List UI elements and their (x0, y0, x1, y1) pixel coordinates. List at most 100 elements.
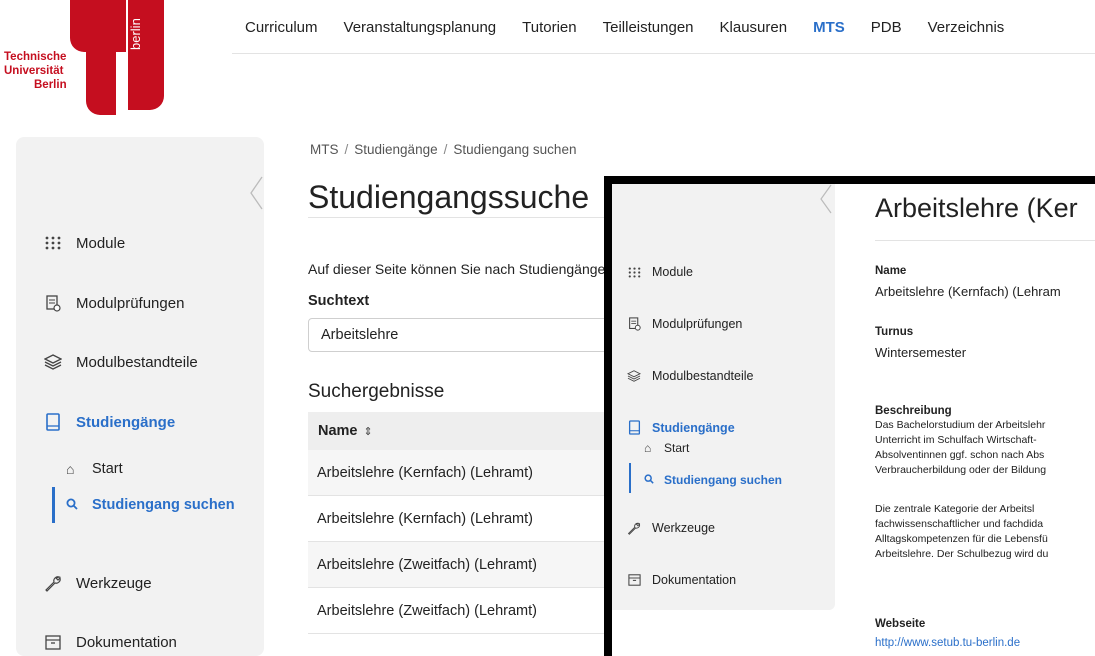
description-line: Absolventinnen ggf. schon nach Abs (875, 449, 1045, 461)
sidebar-item-modulbestandteile[interactable]: Modulbestandteile (626, 369, 753, 383)
sidebar-item-module[interactable]: Module (42, 233, 125, 253)
column-label: Name (318, 423, 358, 439)
logo-university-name: Technische Universität Berlin (4, 50, 74, 92)
sidebar-item-modulbestandteile[interactable]: Modulbestandteile (42, 352, 198, 372)
sidebar-subitem-label: Studiengang suchen (664, 473, 783, 487)
sidebar-item-label: Module (652, 265, 693, 279)
top-navigation: Curriculum Veranstaltungsplanung Tutorie… (232, 0, 1095, 54)
breadcrumb: MTS / Studiengänge / Studiengang suchen (310, 142, 576, 157)
table-row[interactable]: Arbeitslehre (Kernfach) (Lehramt) (308, 450, 608, 496)
archive-box-icon (626, 574, 642, 586)
logo-berlin-text: berlin (128, 18, 143, 50)
sidebar-item-werkzeuge[interactable]: Werkzeuge (42, 573, 152, 593)
sidebar-subitem-start[interactable]: ⌂ Start (644, 441, 689, 455)
sidebar-subitem-start[interactable]: ⌂ Start (66, 461, 123, 477)
logo-line-1: Technische (4, 51, 67, 63)
sidebar-subitem-label: Start (92, 461, 123, 477)
search-icon (66, 497, 82, 513)
description-line: Die zentrale Kategorie der Arbeitsl (875, 503, 1035, 515)
webseite-link[interactable]: http://www.setub.tu-berlin.de (875, 637, 1020, 649)
nav-mts[interactable]: MTS (800, 0, 858, 36)
nav-klausuren[interactable]: Klausuren (707, 0, 801, 36)
sidebar-item-module[interactable]: Module (626, 265, 693, 279)
nav-verzeichnis[interactable]: Verzeichnis (915, 0, 1018, 36)
beschreibung-label: Beschreibung (875, 405, 952, 417)
table-body: Arbeitslehre (Kernfach) (Lehramt) Arbeit… (308, 450, 608, 634)
sidebar-subitem-label: Studiengang suchen (92, 497, 235, 513)
breadcrumb-separator: / (443, 142, 448, 157)
sidebar-item-modulpruefungen[interactable]: Modulprüfungen (42, 293, 184, 313)
table-row[interactable]: Arbeitslehre (Zweitfach) (Lehramt) (308, 588, 608, 634)
sidebar-item-studiengaenge[interactable]: Studiengänge (42, 412, 175, 432)
breadcrumb-current: Studiengang suchen (453, 142, 577, 157)
description-line: Alltagskompetenzen für die Lebensfü (875, 533, 1048, 545)
sidebar-item-label: Werkzeuge (652, 521, 715, 535)
table-row[interactable]: Arbeitslehre (Zweitfach) (Lehramt) (308, 542, 608, 588)
title-divider (308, 217, 608, 218)
detail-sidebar: Module Modulprüfungen Modulbestandteile (612, 184, 835, 610)
layers-icon (626, 370, 642, 382)
results-heading: Suchergebnisse (308, 381, 445, 402)
logo-t-stem (86, 30, 116, 115)
wrench-icon (626, 521, 642, 535)
nav-pdb[interactable]: PDB (858, 0, 915, 36)
table-row[interactable]: Arbeitslehre (Kernfach) (Lehramt) (308, 496, 608, 542)
search-label: Suchtext (308, 293, 370, 309)
description-line: Das Bachelorstudium der Arbeitslehr (875, 419, 1046, 431)
logo-line-2: Universität (4, 65, 64, 77)
active-indicator-bar (52, 487, 55, 523)
collapse-chevron-icon[interactable] (818, 184, 834, 214)
sidebar-item-label: Studiengänge (652, 420, 735, 435)
sidebar-item-modulpruefungen[interactable]: Modulprüfungen (626, 317, 742, 331)
name-value: Arbeitslehre (Kernfach) (Lehram (875, 284, 1061, 299)
sidebar-item-label: Module (76, 234, 126, 252)
sidebar-item-dokumentation[interactable]: Dokumentation (626, 573, 736, 587)
sidebar-item-label: Dokumentation (76, 633, 177, 651)
sidebar-item-label: Werkzeuge (76, 574, 152, 592)
sidebar-subitem-studiengang-suchen[interactable]: Studiengang suchen (644, 473, 782, 487)
nav-teilleistungen[interactable]: Teilleistungen (590, 0, 707, 36)
exam-doc-icon (626, 317, 642, 331)
archive-box-icon (42, 632, 64, 652)
detail-window-content: Module Modulprüfungen Modulbestandteile (612, 184, 1095, 656)
breadcrumb-separator: / (344, 142, 349, 157)
table-header-name[interactable]: Name ⇕ (308, 412, 608, 450)
layers-icon (42, 352, 64, 372)
intro-text: Auf dieser Seite können Sie nach Studien… (308, 261, 606, 277)
sidebar-subitem-studiengang-suchen[interactable]: Studiengang suchen (66, 497, 235, 513)
sidebar-item-label: Modulbestandteile (652, 369, 754, 383)
grid-dots-icon (42, 233, 64, 253)
sidebar-item-label: Studiengänge (76, 413, 176, 431)
book-icon (626, 420, 642, 435)
turnus-value: Wintersemester (875, 345, 967, 360)
nav-veranstaltungsplanung[interactable]: Veranstaltungsplanung (331, 0, 510, 36)
results-table: Name ⇕ Arbeitslehre (Kernfach) (Lehramt)… (308, 412, 608, 634)
description-line: Verbraucherbildung oder der Bildung (875, 464, 1047, 476)
webseite-label: Webseite (875, 618, 926, 630)
breadcrumb-studiengaenge[interactable]: Studiengänge (354, 142, 437, 157)
sort-icon[interactable]: ⇕ (364, 425, 373, 438)
description-paragraph-2: Die zentrale Kategorie der Arbeitsl fach… (875, 502, 1095, 562)
sidebar-item-label: Modulbestandteile (76, 353, 198, 371)
tu-berlin-logo[interactable]: berlin Technische Universität Berlin (4, 0, 164, 120)
detail-title: Arbeitslehre (Ker (875, 193, 1078, 223)
description-line: Arbeitslehre. Der Schulbezug wird du (875, 548, 1049, 560)
nav-tutorien[interactable]: Tutorien (509, 0, 589, 36)
sidebar-subitem-label: Start (664, 441, 690, 455)
sidebar: Module Modulprüfungen Modulbestandteile (16, 137, 264, 656)
sidebar-item-label: Modulprüfungen (76, 294, 185, 312)
home-icon: ⌂ (644, 441, 652, 455)
page-title: Studiengangssuche (308, 179, 590, 215)
book-icon (42, 412, 64, 432)
home-icon: ⌂ (66, 461, 75, 477)
sidebar-item-label: Modulprüfungen (652, 317, 743, 331)
sidebar-item-dokumentation[interactable]: Dokumentation (42, 632, 177, 652)
breadcrumb-mts[interactable]: MTS (310, 142, 339, 157)
collapse-chevron-icon[interactable] (248, 175, 266, 211)
active-indicator-bar (629, 463, 631, 493)
sidebar-item-studiengaenge[interactable]: Studiengänge (626, 420, 735, 435)
search-input[interactable]: Arbeitslehre (308, 318, 608, 352)
nav-curriculum[interactable]: Curriculum (232, 0, 331, 36)
sidebar-item-werkzeuge[interactable]: Werkzeuge (626, 521, 715, 535)
sidebar-item-label: Dokumentation (652, 573, 737, 587)
